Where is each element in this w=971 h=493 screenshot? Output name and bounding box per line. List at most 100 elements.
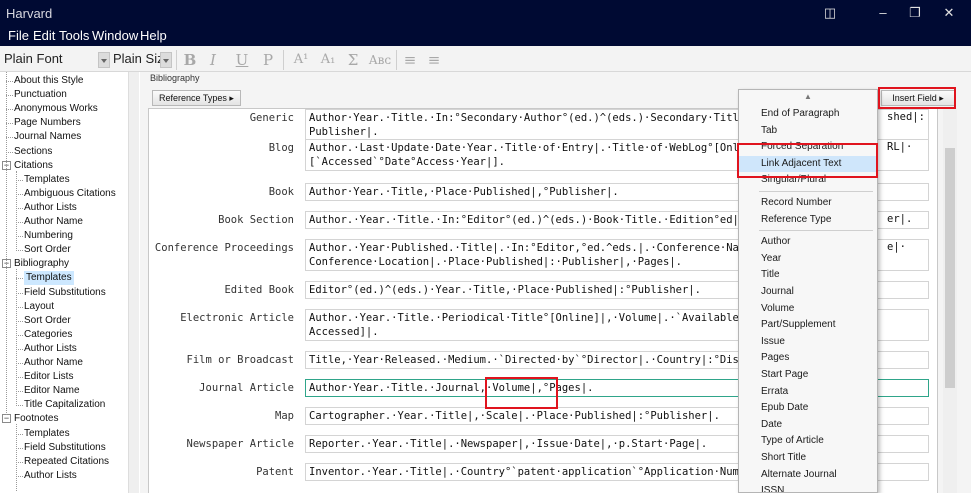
- annotation-link-adjacent-text: [737, 143, 878, 178]
- menu-field-item[interactable]: Reference Type: [739, 212, 877, 228]
- tree-connector: [16, 207, 23, 209]
- menu-field-item[interactable]: Volume: [739, 301, 877, 317]
- menu-field-item[interactable]: Part/Supplement: [739, 317, 877, 333]
- menu-field-item[interactable]: ISSN: [739, 483, 877, 492]
- sidebar-item[interactable]: Footnotes: [14, 412, 58, 426]
- tree-connector: [6, 95, 13, 97]
- restore-button[interactable]: ❐: [904, 4, 926, 22]
- tree-connector: [16, 391, 23, 393]
- sidebar-item[interactable]: Layout: [24, 300, 54, 314]
- menu-field-item[interactable]: Title: [739, 267, 877, 283]
- template-line-tail: er|.: [887, 213, 913, 225]
- sidebar-item[interactable]: Author Name: [24, 356, 83, 370]
- superscript-button[interactable]: A¹: [291, 50, 311, 70]
- style-sections-tree: About this Style Punctuation Anonymous Wor…: [0, 72, 139, 493]
- italic-button[interactable]: I: [203, 50, 223, 70]
- reference-types-button[interactable]: Reference Types ▸: [152, 90, 241, 106]
- tree-connector: [16, 306, 23, 308]
- symbol-button[interactable]: Σ: [343, 50, 363, 70]
- sidebar-item[interactable]: Anonymous Works: [14, 102, 98, 116]
- menu-field-item[interactable]: Record Number: [739, 195, 877, 211]
- reference-type-label: Book Section: [218, 214, 294, 226]
- menu-field-item[interactable]: Pages: [739, 350, 877, 366]
- underline-button[interactable]: U: [232, 50, 252, 70]
- menu-field-item[interactable]: Alternate Journal: [739, 467, 877, 483]
- menu-field-item[interactable]: Year: [739, 251, 877, 267]
- sidebar-item[interactable]: Author Lists: [24, 201, 77, 215]
- menu-file[interactable]: File: [8, 28, 29, 43]
- font-dropdown-button[interactable]: [98, 52, 110, 68]
- sidebar-item[interactable]: Title Capitalization: [24, 398, 105, 412]
- small-caps-button[interactable]: Aʙᴄ: [367, 50, 393, 70]
- menu-field-item[interactable]: Author: [739, 234, 877, 250]
- reference-type-label: Book: [268, 186, 294, 198]
- reference-type-label: Newspaper Article: [186, 438, 294, 450]
- plain-button[interactable]: P: [258, 50, 278, 70]
- tree-connector: [16, 363, 23, 364]
- menu-field-item[interactable]: Journal: [739, 284, 877, 300]
- menu-help[interactable]: Help: [140, 28, 167, 43]
- sidebar-item[interactable]: Categories: [24, 328, 72, 342]
- sidebar-item[interactable]: Bibliography: [14, 257, 69, 271]
- toolbar-divider: [396, 50, 397, 70]
- menu-separator: [759, 191, 873, 192]
- templates-scrollbar[interactable]: [943, 108, 957, 493]
- menu-field-item[interactable]: Short Title: [739, 450, 877, 466]
- sidebar-item[interactable]: Numbering: [24, 229, 73, 243]
- font-select[interactable]: Plain Font: [4, 51, 63, 69]
- size-dropdown-button[interactable]: [160, 52, 172, 68]
- sidebar-item[interactable]: Citations: [14, 159, 53, 173]
- menu-field-item[interactable]: Errata: [739, 384, 877, 400]
- align-left-icon[interactable]: ≡: [400, 50, 420, 70]
- sidebar-item[interactable]: Editor Lists: [24, 370, 73, 384]
- tree-connector: [16, 250, 23, 252]
- sidebar-item[interactable]: Punctuation: [14, 88, 67, 102]
- window-icon-extra[interactable]: ◫: [819, 4, 841, 22]
- menu-field-item[interactable]: End of Paragraph: [739, 106, 877, 122]
- sidebar-item[interactable]: Journal Names: [14, 130, 81, 144]
- tree-connector: [16, 236, 23, 238]
- sidebar-item[interactable]: Editor Name: [24, 384, 80, 398]
- menu-window[interactable]: Window: [92, 28, 138, 43]
- sidebar-item[interactable]: About this Style: [14, 74, 83, 88]
- sidebar-scrollbar[interactable]: [128, 72, 139, 493]
- reference-type-label: Journal Article: [199, 382, 294, 394]
- sidebar-item[interactable]: Author Lists: [24, 342, 77, 356]
- tree-connector: [16, 320, 23, 322]
- menu-scroll-up-icon[interactable]: ▲: [739, 90, 877, 104]
- sidebar-item[interactable]: Page Numbers: [14, 116, 81, 130]
- minimize-button[interactable]: –: [872, 4, 894, 22]
- justify-icon[interactable]: ≡: [424, 50, 444, 70]
- sidebar-item[interactable]: Ambiguous Citations: [24, 187, 116, 201]
- menu-field-item[interactable]: Date: [739, 417, 877, 433]
- close-button[interactable]: ✕: [938, 4, 960, 22]
- sidebar-item[interactable]: Sections: [14, 145, 52, 159]
- menu-field-item[interactable]: Start Page: [739, 367, 877, 383]
- sidebar-item[interactable]: Templates: [24, 427, 70, 441]
- tree-expander-icon[interactable]: −: [2, 414, 11, 424]
- sidebar-item[interactable]: Templates: [24, 271, 74, 286]
- menu-field-item[interactable]: Tab: [739, 123, 877, 139]
- sidebar-item[interactable]: Author Name: [24, 215, 83, 229]
- menu-tools[interactable]: Tools: [59, 28, 89, 43]
- tree-connector: [16, 433, 23, 435]
- sidebar-item[interactable]: Author Lists: [24, 469, 77, 483]
- sidebar-item[interactable]: Field Substitutions: [24, 286, 106, 300]
- bold-button[interactable]: B: [180, 50, 200, 70]
- sidebar-item[interactable]: Field Substitutions: [24, 441, 106, 455]
- sidebar-item[interactable]: Sort Order: [24, 314, 71, 328]
- subscript-button[interactable]: A₁: [318, 50, 338, 70]
- template-line-tail: shed|:: [887, 111, 925, 123]
- menu-field-item[interactable]: Type of Article: [739, 433, 877, 449]
- panel-title: Bibliography: [150, 73, 200, 83]
- tree-connector: [6, 109, 13, 111]
- sidebar-item[interactable]: Repeated Citations: [24, 455, 109, 469]
- menu-field-item[interactable]: Epub Date: [739, 400, 877, 416]
- menu-edit[interactable]: Edit: [33, 28, 55, 43]
- menu-field-item[interactable]: Issue: [739, 334, 877, 350]
- sidebar-item[interactable]: Sort Order: [24, 243, 71, 257]
- tree-connector: [16, 447, 23, 449]
- sidebar-item[interactable]: Templates: [24, 173, 70, 187]
- scrollbar-thumb[interactable]: [945, 148, 955, 388]
- toolbar-divider: [176, 50, 177, 70]
